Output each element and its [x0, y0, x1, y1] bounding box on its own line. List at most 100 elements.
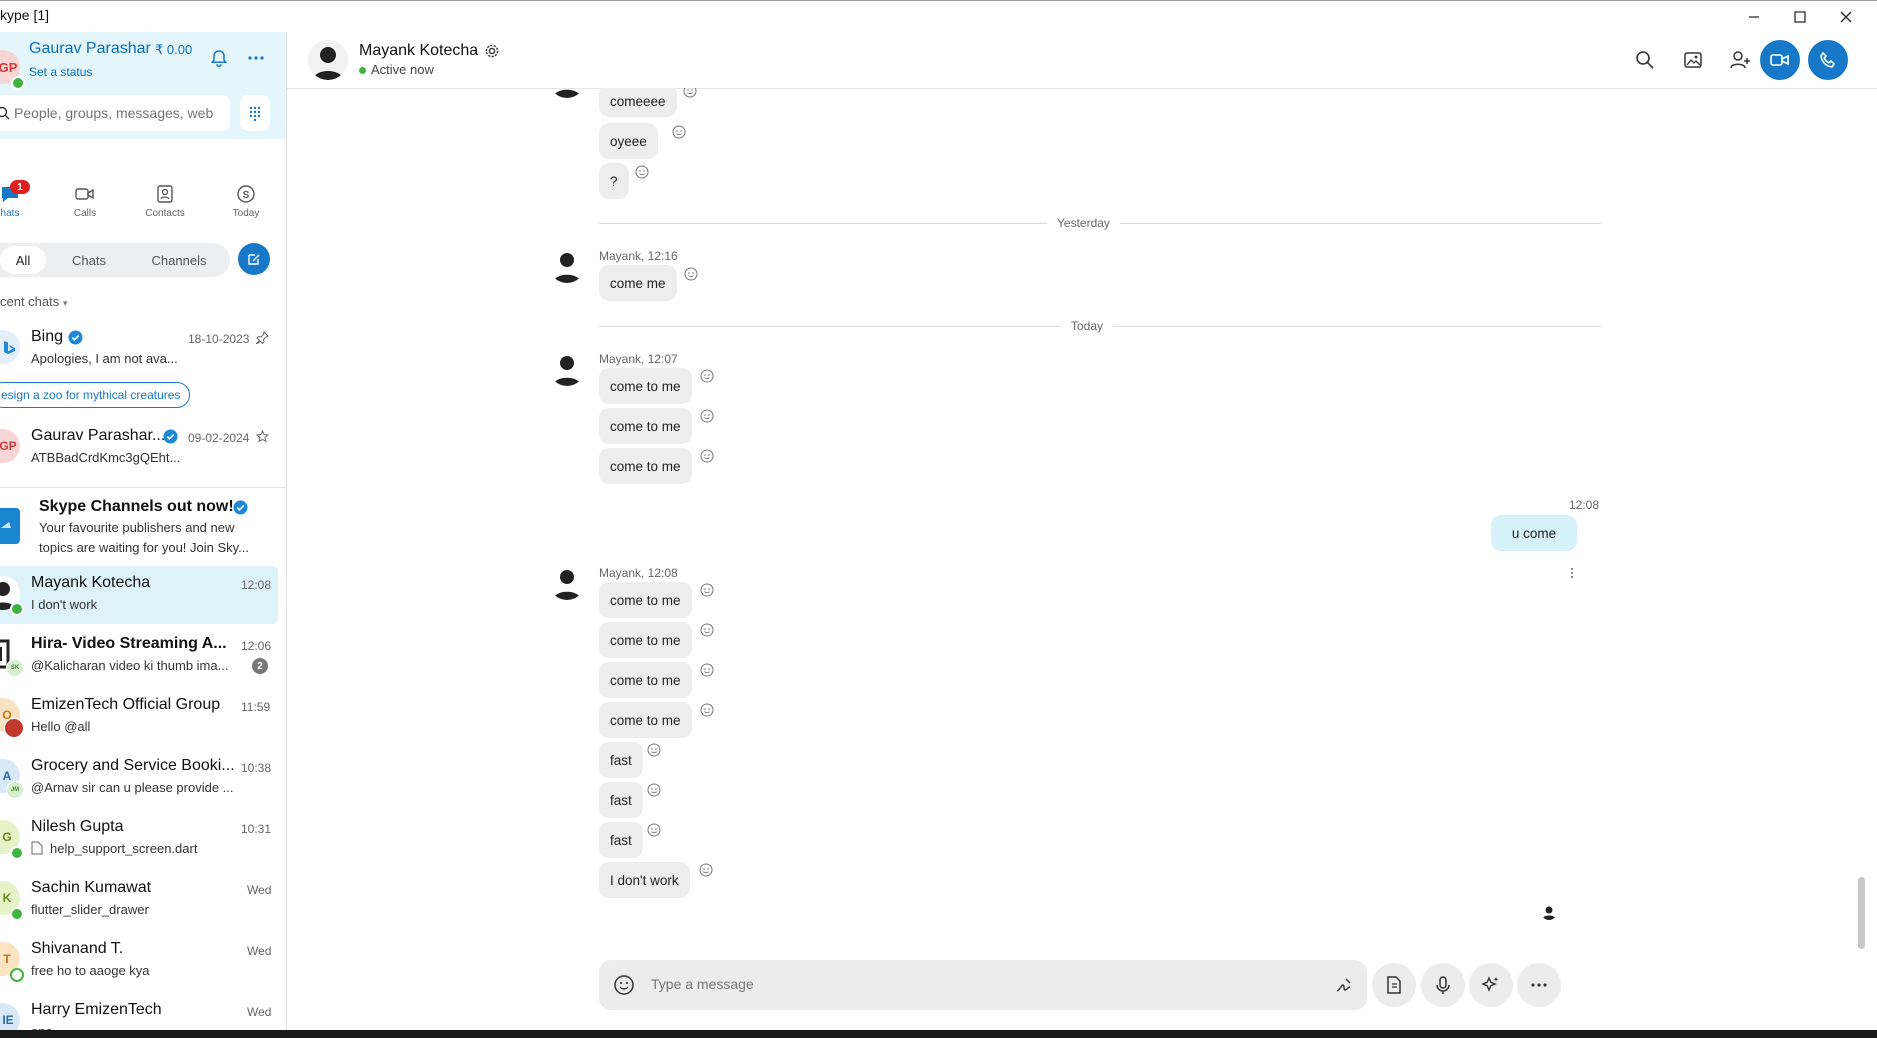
reaction-smiley-icon[interactable] — [647, 783, 661, 797]
nav-calls-label: Calls — [73, 208, 97, 219]
reaction-smiley-icon[interactable] — [700, 369, 714, 383]
message-options-icon[interactable] — [1570, 567, 1574, 579]
new-chat-button[interactable] — [238, 243, 270, 275]
chat-item-grocery[interactable]: A JM Grocery and Service Booki... @Arnav… — [0, 749, 278, 807]
pin-icon — [256, 331, 269, 344]
nav-today[interactable]: S Today — [211, 146, 281, 226]
message-bubble[interactable]: come to me — [599, 622, 692, 658]
nav-contacts[interactable]: Contacts — [130, 146, 200, 226]
nav-chats[interactable]: 1 hats — [0, 146, 45, 226]
message-bubble[interactable]: come to me — [599, 662, 692, 698]
share-file-button[interactable] — [1372, 963, 1416, 1007]
filter-all[interactable]: All — [0, 246, 46, 274]
message-bubble[interactable]: come to me — [599, 368, 692, 404]
search-input[interactable] — [12, 104, 216, 122]
chat-time: Wed — [247, 944, 272, 958]
message-bubble[interactable]: come to me — [599, 408, 692, 444]
message-bubble[interactable]: come me — [599, 265, 677, 301]
message-scrollbar[interactable] — [1858, 877, 1865, 949]
chat-name: Skype Channels out now! — [39, 498, 234, 515]
member-avatar — [4, 718, 24, 738]
message-bubble[interactable]: fast — [599, 742, 643, 778]
skype-today-icon: S — [237, 185, 255, 203]
audio-call-button[interactable] — [1808, 40, 1848, 80]
my-message-bubble[interactable]: u come — [1491, 515, 1577, 551]
reaction-smiley-icon[interactable] — [647, 823, 661, 837]
bell-icon — [210, 50, 228, 68]
skype-credit[interactable]: ₹ 0.00 — [155, 42, 192, 58]
reaction-smiley-icon[interactable] — [684, 267, 698, 281]
chat-item-shivanand[interactable]: T Shivanand T. free ho to aaoge kya Wed — [0, 932, 278, 990]
chat-item-sachin-kumawat[interactable]: K Sachin Kumawat flutter_slider_drawer W… — [0, 871, 278, 929]
maximize-button[interactable] — [1777, 1, 1823, 33]
chat-name: Mayank Kotecha — [31, 574, 151, 591]
reaction-smiley-icon[interactable] — [700, 449, 714, 463]
message-bubble[interactable]: come to me — [599, 702, 692, 738]
nav-chats-label: hats — [0, 208, 20, 219]
gear-icon[interactable] — [484, 43, 500, 59]
reaction-smiley-icon[interactable] — [700, 623, 714, 637]
profile-name[interactable]: Gaurav Parashar — [29, 40, 151, 58]
profile-online-dot — [11, 76, 25, 90]
divider — [0, 487, 286, 488]
contact-avatar[interactable] — [308, 40, 348, 80]
chat-item-emizentech-group[interactable]: O EmizenTech Official Group Hello @all 1… — [0, 688, 278, 746]
message-bubble[interactable]: fast — [599, 822, 643, 858]
chat-preview: help_support_screen.dart — [50, 841, 198, 856]
search-conversation-button[interactable] — [1627, 42, 1663, 78]
notifications-button[interactable] — [209, 48, 229, 68]
video-call-button[interactable] — [1760, 40, 1800, 80]
set-status-link[interactable]: Set a status — [29, 65, 92, 79]
handwriting-icon[interactable] — [1335, 976, 1353, 994]
message-bubble[interactable]: ? — [599, 163, 629, 199]
message-bubble[interactable]: I don't work — [599, 862, 690, 898]
reaction-smiley-icon[interactable] — [700, 409, 714, 423]
chat-item-nilesh-gupta[interactable]: G Nilesh Gupta help_support_screen.dart … — [0, 810, 278, 868]
chat-item-gaurav[interactable]: GP Gaurav Parashar... ATBBadCrdKmc3gQEht… — [0, 419, 278, 477]
message-bubble[interactable]: oyeee — [599, 123, 658, 159]
filter-channels[interactable]: Channels — [134, 246, 224, 274]
message-bubble[interactable]: fast — [599, 782, 643, 818]
close-button[interactable] — [1823, 1, 1869, 33]
minimize-button[interactable] — [1731, 1, 1777, 33]
chat-time: 12:06 — [241, 639, 272, 653]
chat-name: Sachin Kumawat — [31, 879, 152, 896]
bing-suggestion-chip[interactable]: esign a zoo for mythical creatures — [0, 382, 190, 408]
contact-name[interactable]: Mayank Kotecha — [359, 42, 478, 60]
chat-item-harry-emizentech[interactable]: IE Harry EmizenTech ana Wed — [0, 993, 278, 1030]
reaction-smiley-icon[interactable] — [683, 88, 697, 98]
more-composer-options-button[interactable] — [1517, 963, 1561, 1007]
search-box[interactable] — [0, 95, 230, 131]
gallery-button[interactable] — [1675, 42, 1711, 78]
window-titlebar: kype [1] — [0, 0, 1877, 33]
message-bubble[interactable]: comeeee — [599, 88, 677, 117]
maximize-icon — [1794, 11, 1806, 23]
nav-calls[interactable]: Calls — [50, 146, 120, 226]
filter-chats[interactable]: Chats — [54, 246, 124, 274]
ai-assist-button[interactable] — [1469, 963, 1513, 1007]
dialpad-button[interactable] — [240, 95, 270, 131]
recent-chats-header[interactable]: cent chats ▾ — [0, 294, 67, 309]
online-indicator — [10, 907, 24, 921]
message-input[interactable] — [649, 975, 1253, 993]
nav-contacts-label: Contacts — [145, 208, 185, 219]
reaction-smiley-icon[interactable] — [647, 743, 661, 757]
emoji-icon[interactable] — [613, 974, 635, 996]
reaction-smiley-icon[interactable] — [672, 125, 686, 139]
reaction-smiley-icon[interactable] — [700, 663, 714, 677]
voice-message-button[interactable] — [1421, 963, 1465, 1007]
reaction-smiley-icon[interactable] — [700, 703, 714, 717]
chat-item-bing[interactable]: Bing Apologies, I am not ava... 18-10-20… — [0, 322, 278, 380]
message-bubble[interactable]: come to me — [599, 448, 692, 484]
svg-text:S: S — [243, 190, 250, 201]
reaction-smiley-icon[interactable] — [635, 165, 649, 179]
reaction-smiley-icon[interactable] — [700, 583, 714, 597]
chat-preview: @Arnav sir can u please provide ... — [31, 780, 234, 795]
more-options-button[interactable] — [246, 48, 266, 68]
add-people-button[interactable] — [1723, 42, 1759, 78]
reaction-smiley-icon[interactable] — [699, 863, 713, 877]
chat-item-mayank-kotecha[interactable]: Mayank Kotecha I don't work 12:08 — [0, 566, 278, 624]
chat-item-hira[interactable]: SK Hira- Video Streaming A... @Kalichara… — [0, 627, 278, 685]
chat-item-skype-channels[interactable]: Skype Channels out now! Your favourite p… — [0, 494, 278, 564]
message-bubble[interactable]: come to me — [599, 582, 692, 618]
